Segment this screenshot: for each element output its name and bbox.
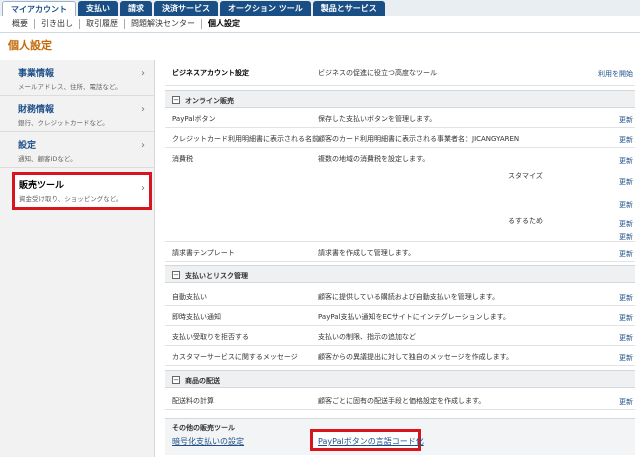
row-sales-tax: 消費税 複数の地域の消費税を設定します。 更新 bbox=[165, 148, 635, 166]
section-online-sales[interactable]: − オンライン販売 bbox=[165, 90, 635, 108]
sidebar-item-subtitle: メールアドレス、住所、電話など。 bbox=[18, 83, 122, 91]
tab-products-services[interactable]: 製品とサービス bbox=[312, 1, 385, 16]
row-description: 顧客からの異議提出に対して独自のメッセージを作成します。 bbox=[318, 353, 513, 361]
truncated-text: スタマイズ bbox=[508, 172, 543, 180]
subnav-history[interactable]: 取引履歴 bbox=[80, 19, 125, 29]
tab-invoices[interactable]: 請求 bbox=[120, 1, 152, 16]
row-description: 複数の地域の消費税を設定します。 bbox=[318, 155, 430, 163]
update-link[interactable]: 更新 bbox=[619, 397, 633, 407]
sidebar-item-title: 販売ツール bbox=[19, 181, 65, 191]
row-description: ビジネスの促進に役立つ高度なツール bbox=[318, 69, 437, 77]
row-name: 即時支払い通知 bbox=[172, 313, 221, 321]
sidebar-item-business-info[interactable]: 事業情報 メールアドレス、住所、電話など。 › bbox=[0, 60, 155, 96]
row-name: クレジットカード利用明細書に表示される名前 bbox=[172, 135, 319, 143]
row-name: 自動支払い bbox=[172, 293, 207, 301]
row-customer-service-messages: カスタマーサービスに関するメッセージ 顧客からの異議提出に対して独自のメッセージ… bbox=[165, 346, 635, 366]
row-name: 消費税 bbox=[172, 155, 193, 163]
update-link[interactable]: 更新 bbox=[619, 293, 633, 303]
chevron-right-icon: › bbox=[141, 140, 145, 151]
subnav-profile[interactable]: 個人設定 bbox=[202, 19, 246, 29]
update-link[interactable]: 更新 bbox=[619, 200, 633, 210]
section-label: 商品の配送 bbox=[185, 377, 220, 385]
row-recurring-payments: 自動支払い 顧客に提供している購読および自動支払いを管理します。 更新 bbox=[165, 286, 635, 306]
sidebar-item-settings[interactable]: 設定 通知、顧客IDなど。 › bbox=[0, 132, 155, 168]
tab-payment-services[interactable]: 決済サービス bbox=[154, 1, 218, 16]
update-link[interactable]: 更新 bbox=[619, 219, 633, 229]
section-label: その他の販売ツール bbox=[172, 424, 235, 432]
section-label: 支払いとリスク管理 bbox=[185, 272, 248, 280]
sidebar-item-title: 財務情報 bbox=[18, 105, 55, 115]
encrypted-payment-settings-link[interactable]: 暗号化支払いの設定 bbox=[172, 436, 244, 447]
other-selling-tools: その他の販売ツール 暗号化支払いの設定 PayPalボタンの言語コード化 bbox=[165, 418, 635, 455]
sidebar-item-title: 事業情報 bbox=[18, 69, 55, 79]
sidebar-item-subtitle: 資金受け取り、ショッピングなど。 bbox=[19, 195, 123, 203]
update-link[interactable]: 更新 bbox=[619, 353, 633, 363]
row-paypal-buttons: PayPalボタン 保存した支払いボタンを管理します。 更新 bbox=[165, 108, 635, 128]
sidebar-item-selling-tools[interactable]: 販売ツール 資金受け取り、ショッピングなど。 › bbox=[12, 172, 152, 210]
subnav-overview[interactable]: 概要 bbox=[6, 19, 35, 29]
paypal-button-language-encoding-link[interactable]: PayPalボタンの言語コード化 bbox=[310, 429, 424, 451]
page-title: 個人設定 bbox=[8, 39, 52, 52]
collapse-icon[interactable]: − bbox=[172, 271, 180, 279]
update-link[interactable]: 更新 bbox=[619, 249, 633, 259]
row-block-payments: 支払い受取りを拒否する 支払いの制限、指示の追加など 更新 bbox=[165, 326, 635, 346]
sidebar-item-subtitle: 通知、顧客IDなど。 bbox=[18, 155, 77, 163]
row-description: PayPal支払い通知をECサイトにインテグレーションします。 bbox=[318, 313, 510, 321]
sidebar: 事業情報 メールアドレス、住所、電話など。 › 財務情報 銀行、クレジットカード… bbox=[0, 60, 155, 457]
tab-payments[interactable]: 支払い bbox=[78, 1, 118, 16]
section-label: オンライン販売 bbox=[185, 97, 234, 105]
chevron-right-icon: › bbox=[141, 104, 145, 115]
chevron-right-icon: › bbox=[141, 183, 145, 194]
row-description: 請求書を作成して管理します。 bbox=[318, 249, 416, 257]
row-name: カスタマーサービスに関するメッセージ bbox=[172, 353, 298, 361]
row-shipping-calculation: 配送料の計算 顧客ごとに固有の配送手段と価格設定を作成します。 更新 bbox=[165, 390, 635, 410]
truncated-text: るするため bbox=[508, 217, 543, 225]
subnav-resolution-center[interactable]: 問題解決センター bbox=[125, 19, 202, 29]
update-link[interactable]: 更新 bbox=[619, 333, 633, 343]
row-name: ビジネスアカウント設定 bbox=[172, 69, 249, 77]
row-name: 配送料の計算 bbox=[172, 397, 214, 405]
tab-my-account[interactable]: マイアカウント bbox=[2, 1, 76, 16]
update-link[interactable]: 更新 bbox=[619, 156, 633, 166]
row-ipn: 即時支払い通知 PayPal支払い通知をECサイトにインテグレーションします。 … bbox=[165, 306, 635, 326]
row-name: PayPalボタン bbox=[172, 115, 216, 123]
sidebar-item-subtitle: 銀行、クレジットカードなど。 bbox=[18, 119, 109, 127]
update-link[interactable]: 更新 bbox=[619, 177, 633, 187]
collapse-icon[interactable]: − bbox=[172, 96, 180, 104]
section-shipping[interactable]: − 商品の配送 bbox=[165, 370, 635, 388]
top-navigation: マイアカウント 支払い 請求 決済サービス オークション ツール 製品とサービス bbox=[0, 0, 640, 16]
business-account-row: ビジネスアカウント設定 ビジネスの促進に役立つ高度なツール 利用を開始 bbox=[165, 60, 635, 86]
row-name: 請求書テンプレート bbox=[172, 249, 235, 257]
sidebar-item-financial-info[interactable]: 財務情報 銀行、クレジットカードなど。 › bbox=[0, 96, 155, 132]
row-statement-name: クレジットカード利用明細書に表示される名前 顧客のカード利用明細書に表示される事… bbox=[165, 128, 635, 148]
sub-navigation: 概要 引き出し 取引履歴 問題解決センター 個人設定 bbox=[0, 16, 640, 33]
chevron-right-icon: › bbox=[141, 68, 145, 79]
update-link[interactable]: 更新 bbox=[619, 313, 633, 323]
row-description: 支払いの制限、指示の追加など bbox=[318, 333, 416, 341]
collapse-icon[interactable]: − bbox=[172, 376, 180, 384]
row-description: 顧客ごとに固有の配送手段と価格設定を作成します。 bbox=[318, 397, 486, 405]
sidebar-item-title: 設定 bbox=[18, 141, 37, 151]
update-link[interactable]: 更新 bbox=[619, 135, 633, 145]
top-tabs: マイアカウント 支払い 請求 決済サービス オークション ツール 製品とサービス bbox=[2, 1, 385, 16]
section-payment-risk[interactable]: − 支払いとリスク管理 bbox=[165, 265, 635, 283]
subnav-withdraw[interactable]: 引き出し bbox=[35, 19, 80, 29]
row-description: 顧客のカード利用明細書に表示される事業者名：JICANGYAREN bbox=[318, 135, 520, 143]
row-invoice-template: 請求書テンプレート 請求書を作成して管理します。 更新 bbox=[165, 241, 635, 262]
row-description: 保存した支払いボタンを管理します。 bbox=[318, 115, 437, 123]
start-using-link[interactable]: 利用を開始 bbox=[598, 69, 633, 79]
tab-auction-tools[interactable]: オークション ツール bbox=[220, 1, 311, 16]
update-link[interactable]: 更新 bbox=[619, 115, 633, 125]
row-name: 支払い受取りを拒否する bbox=[172, 333, 249, 341]
row-description: 顧客に提供している購読および自動支払いを管理します。 bbox=[318, 293, 500, 301]
